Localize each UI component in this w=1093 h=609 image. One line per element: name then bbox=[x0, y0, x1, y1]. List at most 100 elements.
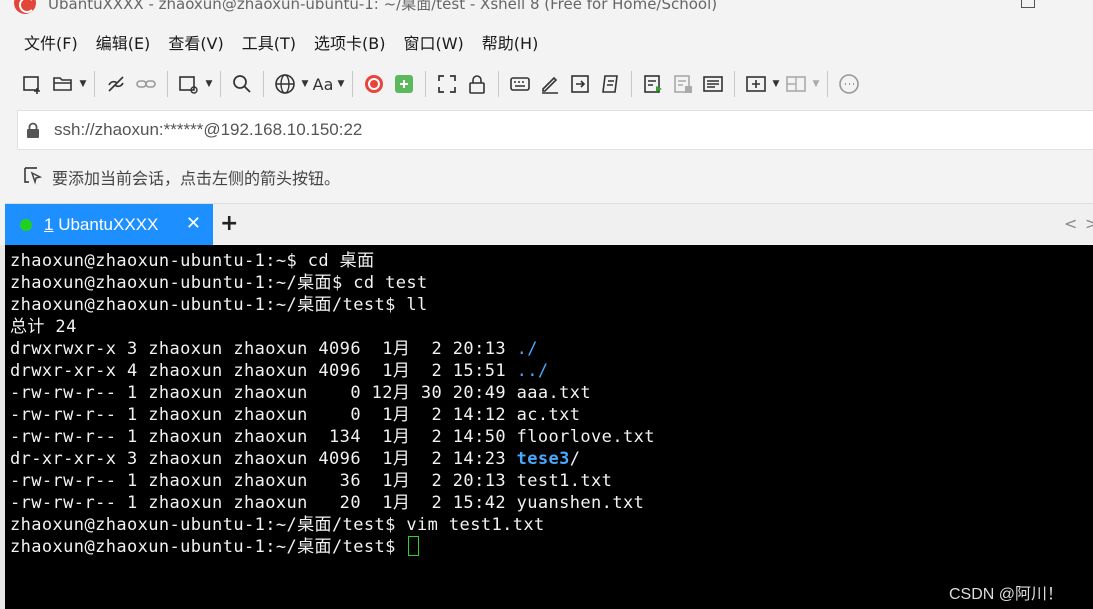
terminal-line-text: zhaoxun@zhaoxun-ubuntu-1:~/桌面$ cd test bbox=[10, 273, 428, 293]
menu-tab[interactable]: 选项卡(B) bbox=[304, 32, 393, 56]
address-bar[interactable]: ssh://zhaoxun:******@192.168.10.150:22 bbox=[17, 110, 1093, 150]
directory-name: ./ bbox=[516, 339, 538, 359]
terminal-line-text: drwxr-xr-x 4 zhaoxun zhaoxun 4096 1月 2 1… bbox=[10, 361, 517, 381]
session-properties-icon[interactable] bbox=[174, 69, 204, 99]
font-button[interactable]: Aa bbox=[310, 69, 336, 99]
terminal-line-text: -rw-rw-r-- 1 zhaoxun zhaoxun 134 1月 2 14… bbox=[10, 427, 655, 447]
menu-bar: 文件(F) 编辑(E) 查看(V) 工具(T) 选项卡(B) 窗口(W) 帮助(… bbox=[14, 32, 546, 56]
open-folder-icon[interactable] bbox=[48, 69, 78, 99]
new-session-icon[interactable] bbox=[18, 69, 48, 99]
lock-icon[interactable] bbox=[462, 69, 492, 99]
toolbar-divider bbox=[498, 71, 499, 97]
chevron-right-icon[interactable]: > bbox=[1085, 214, 1093, 233]
toolbar-divider bbox=[734, 71, 735, 97]
terminal-line-text: 总计 24 bbox=[10, 317, 77, 337]
chat-icon[interactable] bbox=[834, 69, 864, 99]
compose-icon[interactable] bbox=[535, 69, 565, 99]
menu-window[interactable]: 窗口(W) bbox=[393, 32, 471, 56]
notes-icon[interactable] bbox=[698, 69, 728, 99]
toolbar-divider bbox=[220, 71, 221, 97]
terminal-cursor bbox=[408, 536, 420, 556]
layout-dropdown-icon[interactable]: ▼ bbox=[811, 69, 821, 99]
terminal-output[interactable]: zhaoxun@zhaoxun-ubuntu-1:~$ cd 桌面 zhaoxun… bbox=[5, 245, 1093, 609]
terminal-line-text: zhaoxun@zhaoxun-ubuntu-1:~/桌面/test$ bbox=[10, 537, 407, 557]
terminal-line: zhaoxun@zhaoxun-ubuntu-1:~/桌面/test$ ll bbox=[10, 294, 1093, 316]
tab-bar: 1 UbantuXXXX ✕ + < > bbox=[5, 203, 1093, 245]
terminal-line: -rw-rw-r-- 1 zhaoxun zhaoxun 0 1月 2 14:1… bbox=[10, 404, 1093, 426]
toolbar-divider bbox=[352, 71, 353, 97]
connected-status-icon bbox=[20, 218, 32, 231]
font-dropdown-icon[interactable]: ▼ bbox=[336, 69, 346, 99]
directory-name: tese3 bbox=[516, 449, 570, 469]
xshell-red-icon[interactable] bbox=[359, 69, 389, 99]
toolbar: ▼ ▼ ▼ Aa ▼ ▼ ▼ bbox=[18, 68, 864, 100]
close-tab-icon[interactable]: ✕ bbox=[186, 214, 201, 234]
layout-icon[interactable] bbox=[781, 69, 811, 99]
terminal-line-text: dr-xr-xr-x 3 zhaoxun zhaoxun 4096 1月 2 1… bbox=[10, 449, 517, 469]
hint-text: 要添加当前会话，点击左侧的箭头按钮。 bbox=[52, 169, 341, 188]
menu-tools[interactable]: 工具(T) bbox=[232, 32, 304, 56]
terminal-line-text: zhaoxun@zhaoxun-ubuntu-1:~/桌面/test$ ll bbox=[10, 295, 428, 315]
terminal-line-text: -rw-rw-r-- 1 zhaoxun zhaoxun 0 12月 30 20… bbox=[10, 383, 592, 403]
terminal-line: -rw-rw-r-- 1 zhaoxun zhaoxun 20 1月 2 15:… bbox=[10, 492, 1093, 514]
lock-icon bbox=[26, 122, 40, 138]
open-dropdown-icon[interactable]: ▼ bbox=[78, 69, 88, 99]
globe-icon[interactable] bbox=[270, 69, 300, 99]
new-tab-group-icon[interactable] bbox=[741, 69, 771, 99]
menu-file[interactable]: 文件(F) bbox=[14, 32, 86, 56]
properties-dropdown-icon[interactable]: ▼ bbox=[204, 69, 214, 99]
terminal-line: zhaoxun@zhaoxun-ubuntu-1:~/桌面$ cd test bbox=[10, 272, 1093, 294]
toolbar-divider bbox=[167, 71, 168, 97]
toolbar-divider bbox=[631, 71, 632, 97]
toolbar-divider bbox=[263, 71, 264, 97]
terminal-line-text: zhaoxun@zhaoxun-ubuntu-1:~/桌面/test$ vim … bbox=[10, 515, 545, 535]
terminal-line: zhaoxun@zhaoxun-ubuntu-1:~/桌面/test$ bbox=[10, 536, 1093, 558]
terminal-line-text: / bbox=[569, 449, 581, 469]
chevron-left-icon[interactable]: < bbox=[1064, 214, 1077, 233]
keyboard-icon[interactable] bbox=[505, 69, 535, 99]
terminal-line: zhaoxun@zhaoxun-ubuntu-1:~$ cd 桌面 bbox=[10, 250, 1093, 272]
link-icon[interactable] bbox=[131, 69, 161, 99]
terminal-line: -rw-rw-r-- 1 zhaoxun zhaoxun 134 1月 2 14… bbox=[10, 426, 1093, 448]
tab-label: 1 UbantuXXXX bbox=[44, 215, 158, 235]
terminal-line-text: -rw-rw-r-- 1 zhaoxun zhaoxun 20 1月 2 15:… bbox=[10, 493, 645, 513]
transfer-icon[interactable] bbox=[565, 69, 595, 99]
terminal-line-text: zhaoxun@zhaoxun-ubuntu-1:~$ cd 桌面 bbox=[10, 251, 375, 271]
menu-edit[interactable]: 编辑(E) bbox=[86, 32, 159, 56]
hint-bar: 要添加当前会话，点击左侧的箭头按钮。 bbox=[22, 164, 340, 190]
fullscreen-icon[interactable] bbox=[432, 69, 462, 99]
encoding-dropdown-icon[interactable]: ▼ bbox=[300, 69, 310, 99]
terminal-line-text: drwxrwxr-x 3 zhaoxun zhaoxun 4096 1月 2 2… bbox=[10, 339, 517, 359]
terminal-line: -rw-rw-r-- 1 zhaoxun zhaoxun 0 12月 30 20… bbox=[10, 382, 1093, 404]
directory-name: ../ bbox=[516, 361, 549, 381]
watermark: CSDN @阿川！ bbox=[949, 586, 1064, 603]
terminal-line: 总计 24 bbox=[10, 316, 1093, 338]
terminal-line-text: -rw-rw-r-- 1 zhaoxun zhaoxun 36 1月 2 20:… bbox=[10, 471, 613, 491]
disconnect-icon[interactable] bbox=[101, 69, 131, 99]
title-bar: UbantuXXXX - zhaoxun@zhaoxun-ubuntu-1: ~… bbox=[0, 0, 1093, 22]
toolbar-divider bbox=[827, 71, 828, 97]
log-stop-icon[interactable] bbox=[668, 69, 698, 99]
terminal-line: dr-xr-xr-x 3 zhaoxun zhaoxun 4096 1月 2 1… bbox=[10, 448, 1093, 470]
add-session-arrow-icon[interactable] bbox=[22, 164, 44, 190]
add-tab-button[interactable]: + bbox=[220, 211, 238, 237]
log-start-icon[interactable] bbox=[638, 69, 668, 99]
menu-help[interactable]: 帮助(H) bbox=[472, 32, 547, 56]
terminal-line: -rw-rw-r-- 1 zhaoxun zhaoxun 36 1月 2 20:… bbox=[10, 470, 1093, 492]
terminal-line: drwxr-xr-x 4 zhaoxun zhaoxun 4096 1月 2 1… bbox=[10, 360, 1093, 382]
tab-group-dropdown-icon[interactable]: ▼ bbox=[771, 69, 781, 99]
tab-session[interactable]: 1 UbantuXXXX ✕ bbox=[5, 204, 213, 245]
terminal-line-text: -rw-rw-r-- 1 zhaoxun zhaoxun 0 1月 2 14:1… bbox=[10, 405, 581, 425]
session-address[interactable]: ssh://zhaoxun:******@192.168.10.150:22 bbox=[54, 120, 362, 140]
menu-view[interactable]: 查看(V) bbox=[158, 32, 231, 56]
toolbar-divider bbox=[94, 71, 95, 97]
xshell-logo-icon bbox=[14, 0, 36, 14]
search-icon[interactable] bbox=[227, 69, 257, 99]
terminal-line: zhaoxun@zhaoxun-ubuntu-1:~/桌面/test$ vim … bbox=[10, 514, 1093, 536]
xftp-green-icon[interactable] bbox=[389, 69, 419, 99]
script-icon[interactable] bbox=[595, 69, 625, 99]
window-title: UbantuXXXX - zhaoxun@zhaoxun-ubuntu-1: ~… bbox=[48, 0, 718, 13]
maximize-icon[interactable] bbox=[1021, 0, 1035, 8]
toolbar-divider bbox=[425, 71, 426, 97]
terminal-line: drwxrwxr-x 3 zhaoxun zhaoxun 4096 1月 2 2… bbox=[10, 338, 1093, 360]
